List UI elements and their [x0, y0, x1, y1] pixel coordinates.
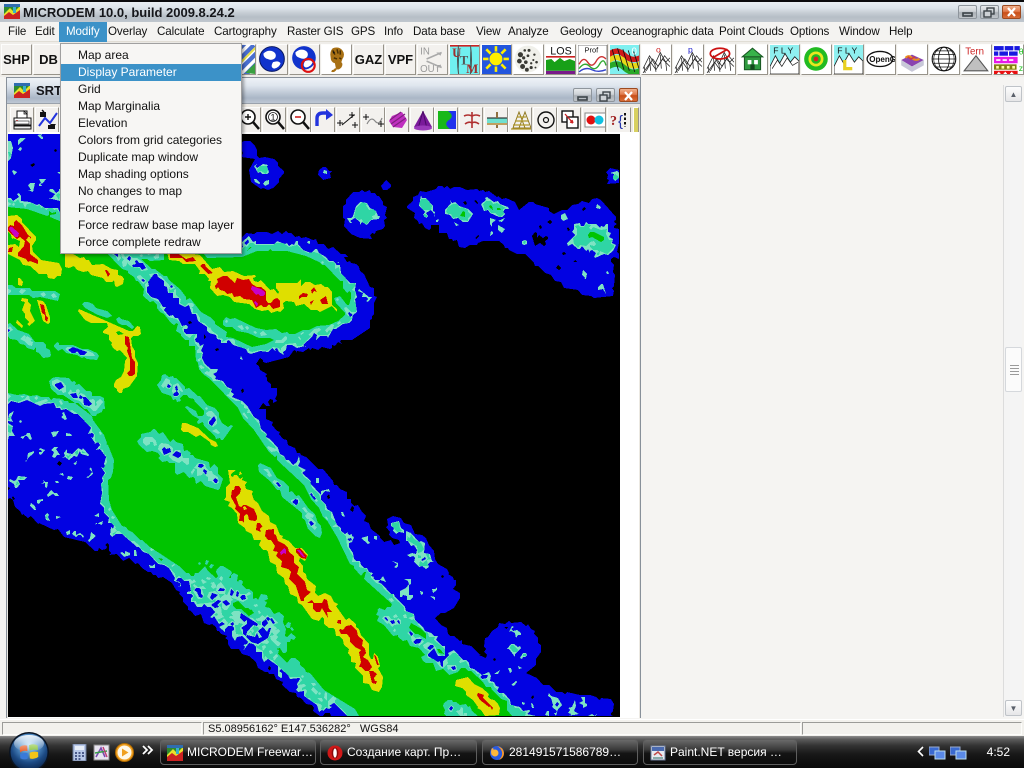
svg-text:z: z [1019, 63, 1023, 73]
svg-text:F L Y: F L Y [837, 46, 857, 56]
svg-text:p: p [688, 45, 693, 55]
svg-text:Prof: Prof [584, 46, 599, 55]
svg-text:IN: IN [420, 47, 430, 58]
svg-text:OpenGL: OpenGL [869, 55, 895, 64]
svg-text:o: o [656, 45, 661, 55]
svg-text:?: ? [610, 114, 617, 129]
svg-text:F L Y: F L Y [773, 46, 793, 56]
svg-text:0: 0 [631, 47, 636, 58]
svg-text:M: M [466, 62, 478, 74]
svg-text:Tern: Tern [965, 47, 984, 58]
svg-text:LOS: LOS [550, 46, 571, 58]
svg-text:θ: θ [1019, 47, 1023, 57]
svg-text:{: { [618, 113, 623, 130]
